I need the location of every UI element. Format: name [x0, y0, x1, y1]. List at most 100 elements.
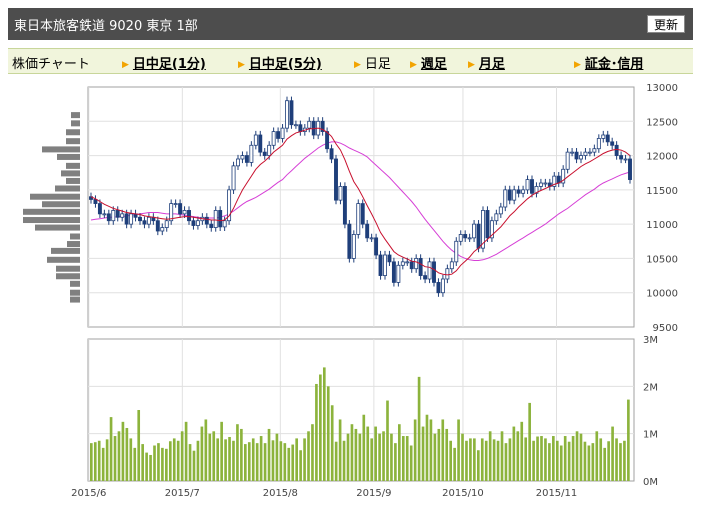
price-histogram-bar [61, 170, 80, 177]
volume-bar [433, 433, 437, 481]
candle-body [267, 144, 272, 156]
volume-bar [153, 445, 156, 481]
volume-bar [374, 426, 377, 481]
volume-bar [157, 443, 160, 481]
volume-bar [611, 426, 614, 481]
volume-bar [552, 436, 555, 481]
volume-bar [117, 431, 121, 481]
volume-bar [465, 440, 468, 481]
candle-body [240, 155, 245, 160]
volume-bar [548, 443, 551, 481]
candle-body [218, 210, 223, 228]
volume-bar [133, 447, 137, 481]
volume-bar [469, 438, 472, 481]
volume-bar [599, 438, 603, 481]
volume-bar [319, 374, 322, 481]
candle-body [579, 155, 583, 160]
volume-bar [315, 383, 318, 481]
candle-body [307, 120, 312, 129]
volume-bar [287, 447, 291, 481]
candle-body [454, 240, 459, 263]
candle-body [521, 189, 526, 194]
candle-body [378, 254, 383, 276]
candle-body [97, 203, 102, 215]
stock-chart: 13000 12500 12000 11500 11000 10500 10000 95003… [23, 83, 678, 499]
volume-bar [480, 438, 484, 481]
candle-body [440, 278, 445, 294]
candle-body [187, 210, 191, 222]
volume-bar [394, 443, 397, 481]
volume-bar [504, 443, 508, 481]
volume-bar [334, 441, 338, 481]
candle-body [236, 158, 240, 167]
volume-bar [516, 431, 520, 481]
candle-body [231, 165, 236, 191]
candle-body [374, 237, 379, 256]
price-histogram-bar [70, 296, 80, 303]
volume-bar [524, 437, 528, 481]
candle-body [124, 213, 129, 225]
volume-bar [421, 426, 425, 481]
volume-bar [105, 439, 109, 481]
volume-bar [188, 444, 192, 481]
volume-bar [496, 440, 500, 481]
candle-body [387, 254, 392, 263]
candle-body [525, 179, 530, 191]
volume-bar [149, 454, 152, 481]
volume-tick-label: 0M [643, 477, 658, 488]
volume-bar [627, 399, 630, 481]
volume-bar [390, 433, 393, 481]
volume-bar [204, 419, 208, 481]
candle-body [596, 138, 601, 150]
volume-bar [476, 450, 480, 481]
candle-body [142, 220, 147, 225]
candle-body [409, 261, 414, 270]
volume-bar [398, 424, 401, 481]
candle-body [155, 220, 160, 232]
volume-bar [141, 444, 144, 481]
volume-bar [544, 438, 547, 481]
volume-bar [484, 440, 488, 481]
volume-bar [429, 419, 433, 481]
volume-bar [176, 440, 180, 481]
volume-bar [382, 431, 385, 481]
candle-body [570, 151, 575, 154]
volume-bar [109, 417, 113, 481]
candle-body [507, 189, 512, 201]
volume-bar [251, 438, 255, 481]
volume-bar [196, 440, 200, 481]
volume-bar [619, 443, 622, 481]
volume-tick-label: 3M [643, 335, 658, 346]
candle-body [334, 158, 338, 201]
candle-body [472, 223, 477, 239]
volume-bar [555, 440, 559, 481]
candle-body [623, 158, 628, 161]
candle-body [204, 216, 209, 225]
volume-tick-label: 2M [643, 382, 658, 393]
volume-bar [508, 438, 512, 481]
candle-body [280, 127, 285, 139]
candle-body [120, 213, 125, 218]
volume-bar [425, 414, 429, 481]
x-tick-label: 2015/9 [356, 488, 391, 499]
volume-bar [449, 440, 452, 481]
candle-body [383, 254, 387, 276]
candle-body [138, 216, 142, 222]
candle-body [391, 261, 396, 283]
candle-body [463, 234, 468, 239]
volume-tick-label: 1M [643, 430, 658, 441]
volume-bar [247, 442, 251, 481]
candle-body [356, 203, 361, 235]
volume-bar [536, 436, 539, 481]
volume-bar [125, 427, 129, 481]
candle-body [605, 134, 610, 143]
volume-bar [180, 431, 184, 481]
volume-bar [172, 438, 176, 481]
volume-bar [441, 419, 445, 481]
volume-bar [184, 421, 188, 481]
volume-bar [362, 414, 366, 481]
volume-bar [386, 400, 389, 481]
candle-body [458, 234, 463, 242]
candle-body [285, 100, 289, 129]
price-histogram-bar [57, 153, 80, 160]
